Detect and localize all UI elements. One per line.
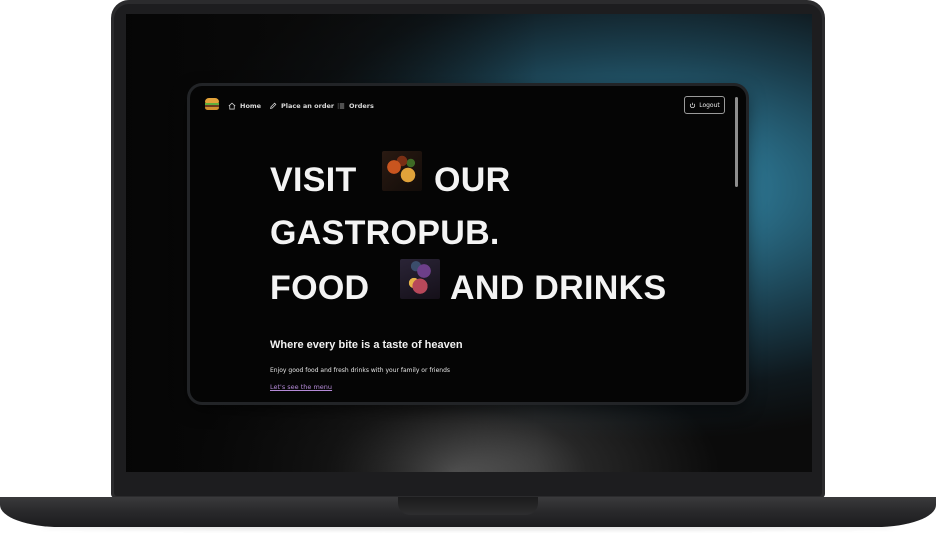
- hero-tagline: Where every bite is a taste of heaven: [270, 339, 463, 351]
- see-menu-link[interactable]: Let's see the menu: [270, 383, 332, 391]
- hero-heading-gastropub: GASTROPUB.: [270, 214, 500, 252]
- logout-label: Logout: [699, 101, 720, 109]
- nav-place-order-label: Place an order: [281, 102, 335, 110]
- list-icon: [337, 103, 345, 109]
- laptop-base-notch: [398, 497, 538, 515]
- hero-heading-food: FOOD: [270, 269, 370, 307]
- hero-heading-our: OUR: [434, 161, 511, 199]
- burger-icon[interactable]: [205, 98, 219, 110]
- drinks-image: [400, 259, 440, 299]
- pencil-icon: [270, 102, 277, 109]
- home-icon: [228, 102, 236, 110]
- scrollbar-thumb[interactable]: [735, 97, 738, 187]
- app-window: Home Place an order Orders Logout VISIT …: [190, 86, 746, 402]
- nav-home-link[interactable]: Home: [228, 100, 261, 112]
- nav-place-order-link[interactable]: Place an order: [269, 100, 334, 112]
- nav-orders-label: Orders: [349, 102, 374, 110]
- logout-button[interactable]: Logout: [684, 96, 725, 114]
- top-navbar: Home Place an order Orders Logout: [190, 86, 746, 124]
- hero-heading-and-drinks: AND DRINKS: [450, 269, 667, 307]
- hero-description: Enjoy good food and fresh drinks with yo…: [270, 367, 451, 374]
- nav-home-label: Home: [240, 102, 262, 110]
- power-icon: [690, 102, 696, 108]
- food-image: [382, 151, 422, 191]
- nav-orders-link[interactable]: Orders: [337, 100, 374, 112]
- hero-heading-visit: VISIT: [270, 161, 357, 199]
